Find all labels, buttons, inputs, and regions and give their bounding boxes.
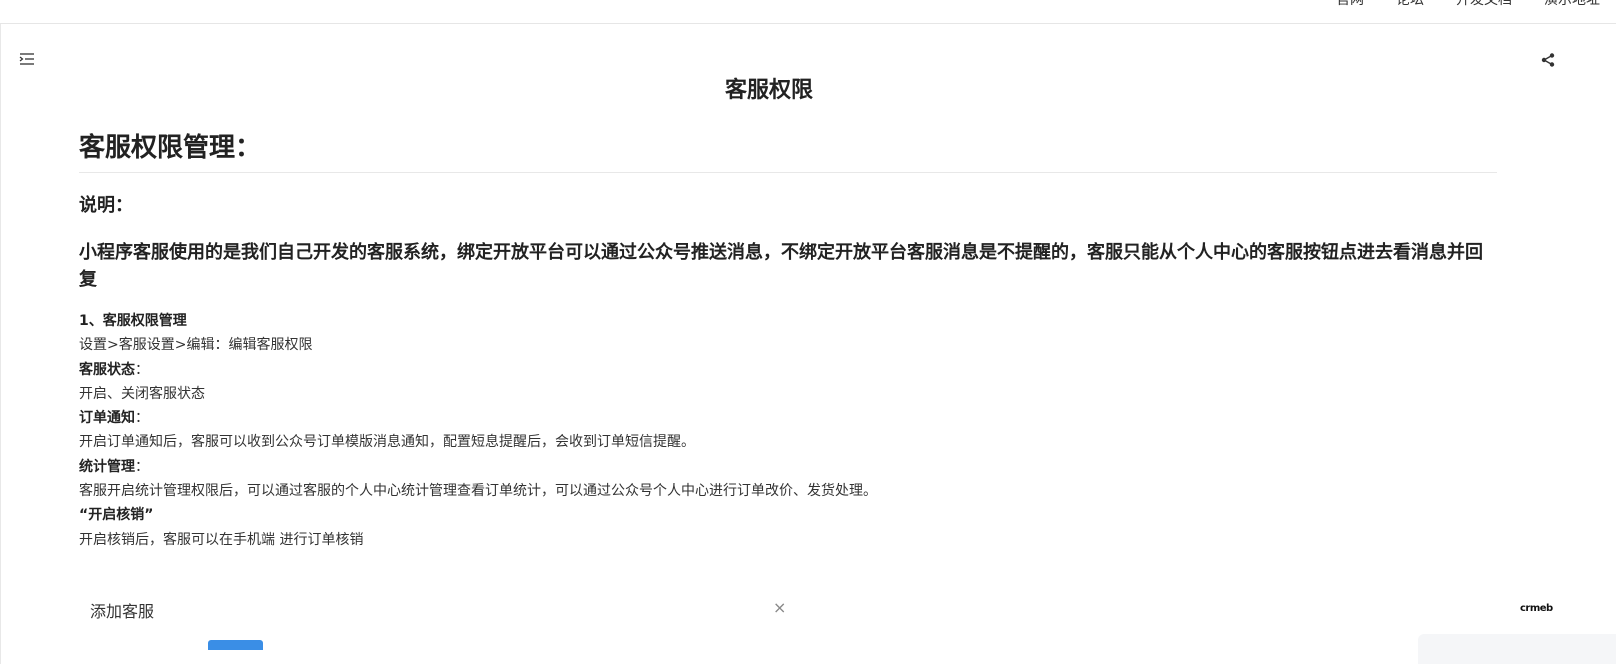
- order-desc: 开启订单通知后，客服可以收到公众号订单模版消息通知，配置短息提醒后，会收到订单短…: [79, 434, 695, 451]
- status-colon: ：: [135, 361, 149, 378]
- section-title: 1、客服权限管理: [79, 313, 187, 329]
- stats-label: 统计管理: [79, 458, 135, 475]
- top-nav-item-demo[interactable]: 演示地址: [1528, 0, 1616, 9]
- page-title: 客服权限: [724, 78, 813, 103]
- note-label: 说明：: [79, 195, 133, 216]
- settings-path: 设置>客服设置>编辑：编辑客服权限: [79, 337, 313, 354]
- popup-image-thumb: [208, 640, 263, 650]
- add-service-popup: 添加客服 ×: [78, 588, 798, 650]
- top-nav-item-forum[interactable]: 论坛: [1380, 0, 1440, 9]
- permission-details: 1、客服权限管理 设置>客服设置>编辑：编辑客服权限 客服状态： 开启、关闭客服…: [79, 309, 1497, 552]
- top-nav-item-docs[interactable]: 开发文档: [1440, 0, 1528, 9]
- verify-desc: 开启核销后，客服可以在手机端 进行订单核销: [79, 531, 364, 548]
- list-indent-icon[interactable]: [19, 51, 35, 67]
- article-body: 客服权限管理： 说明： 小程序客服使用的是我们自己开发的客服系统，绑定开放平台可…: [79, 130, 1497, 552]
- lead-paragraph: 小程序客服使用的是我们自己开发的客服系统，绑定开放平台可以通过公众号推送消息，不…: [79, 242, 1483, 290]
- top-bar: 官网 论坛 开发文档 演示地址: [0, 0, 1616, 24]
- status-label: 客服状态: [79, 361, 135, 378]
- stats-colon: ：: [135, 458, 149, 475]
- close-icon[interactable]: ×: [773, 598, 786, 617]
- popup-title: 添加客服: [90, 602, 155, 621]
- corner-widget[interactable]: [1418, 634, 1616, 664]
- status-desc: 开启、关闭客服状态: [79, 385, 205, 402]
- brand-logo[interactable]: crmeb: [1520, 603, 1553, 614]
- share-icon[interactable]: [1540, 52, 1556, 68]
- stats-desc: 客服开启统计管理权限后，可以通过客服的个人中心统计管理查看订单统计，可以通过公众…: [79, 483, 877, 500]
- order-colon: ：: [135, 410, 149, 427]
- top-nav: 官网 论坛 开发文档 演示地址: [1320, 0, 1616, 9]
- verify-label: “开启核销”: [79, 507, 154, 524]
- article-heading: 客服权限管理：: [79, 130, 1497, 173]
- top-nav-item-official[interactable]: 官网: [1320, 0, 1380, 9]
- order-label: 订单通知: [79, 410, 135, 427]
